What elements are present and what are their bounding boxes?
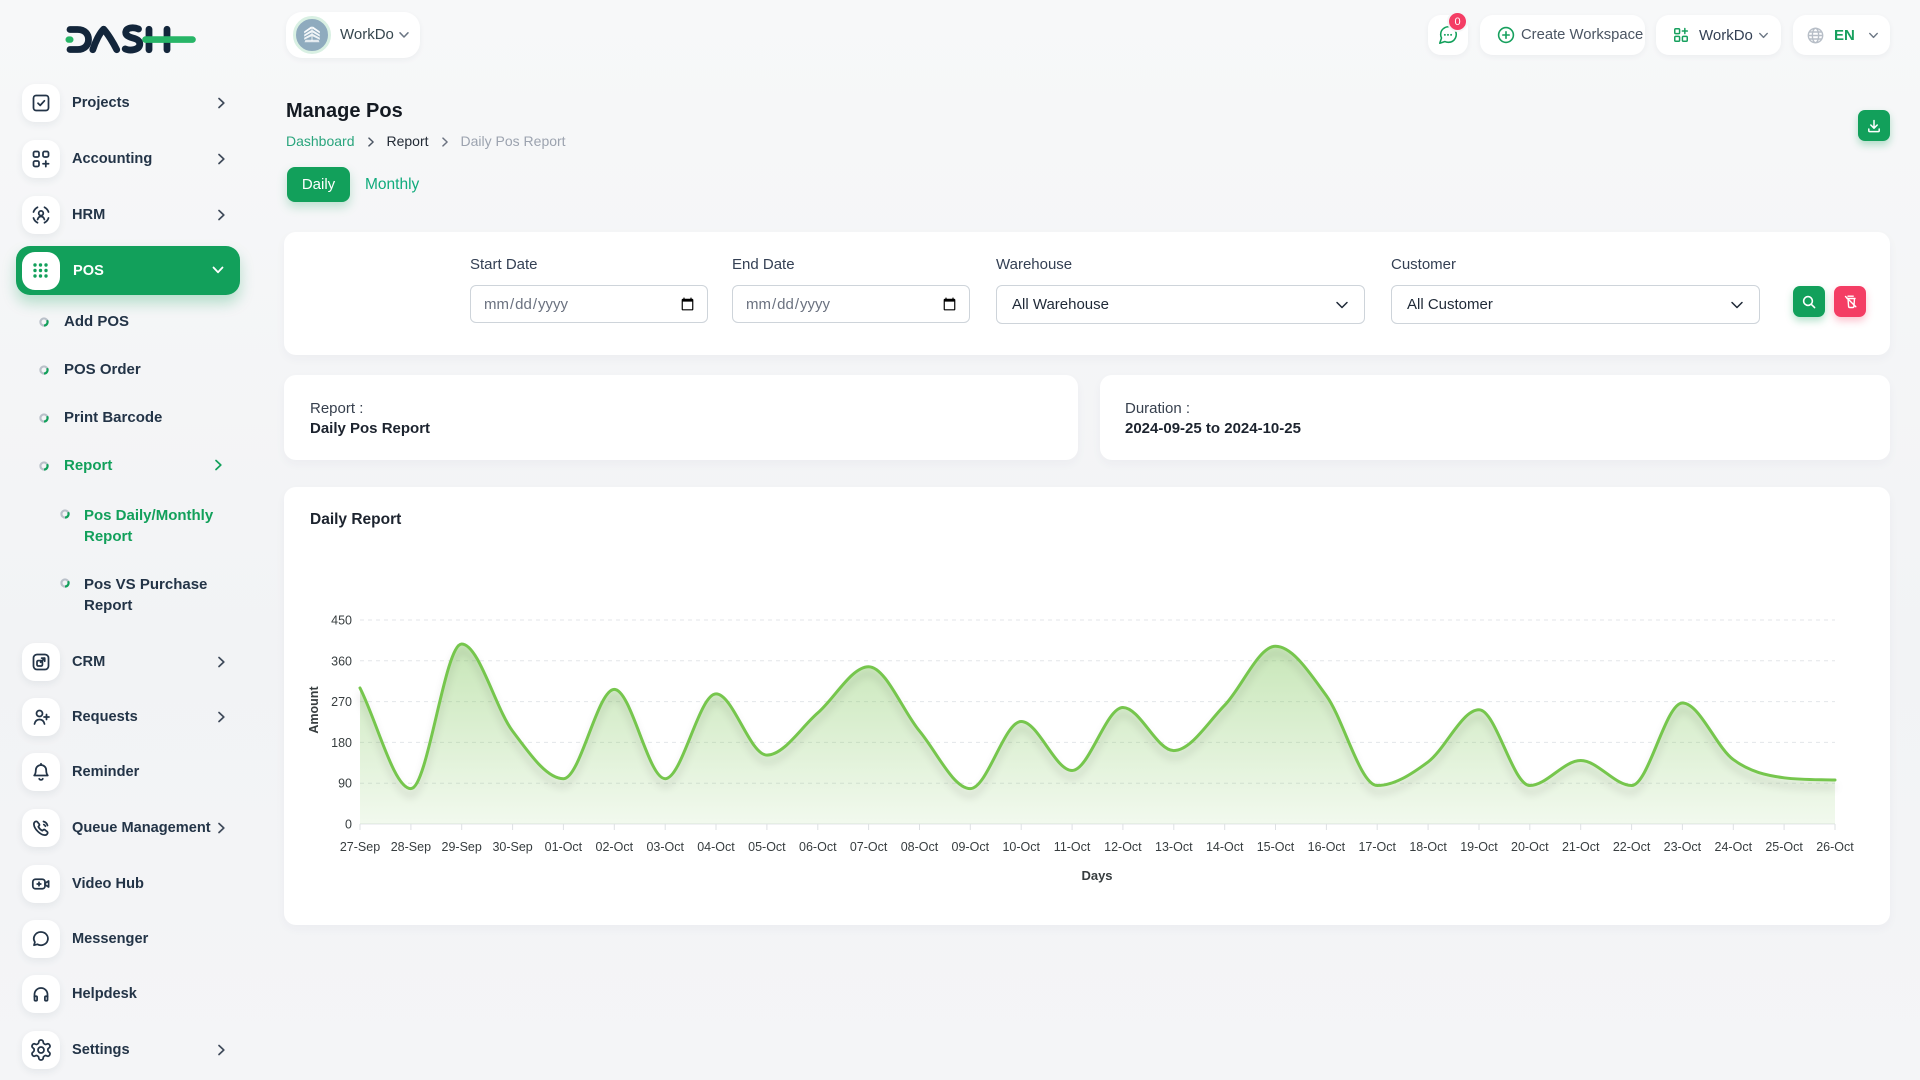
svg-text:04-Oct: 04-Oct	[697, 840, 735, 854]
svg-text:17-Oct: 17-Oct	[1358, 840, 1396, 854]
svg-text:Days: Days	[1081, 868, 1112, 883]
svg-text:27-Sep: 27-Sep	[340, 840, 380, 854]
svg-text:180: 180	[331, 736, 352, 750]
svg-text:05-Oct: 05-Oct	[748, 840, 786, 854]
svg-text:15-Oct: 15-Oct	[1257, 840, 1295, 854]
svg-text:11-Oct: 11-Oct	[1054, 840, 1091, 854]
svg-text:19-Oct: 19-Oct	[1460, 840, 1498, 854]
svg-text:23-Oct: 23-Oct	[1664, 840, 1702, 854]
svg-text:29-Sep: 29-Sep	[442, 840, 482, 854]
svg-text:07-Oct: 07-Oct	[850, 840, 888, 854]
svg-text:03-Oct: 03-Oct	[646, 840, 684, 854]
svg-text:22-Oct: 22-Oct	[1613, 840, 1651, 854]
svg-text:16-Oct: 16-Oct	[1308, 840, 1346, 854]
svg-text:20-Oct: 20-Oct	[1511, 840, 1549, 854]
svg-text:18-Oct: 18-Oct	[1409, 840, 1447, 854]
svg-text:01-Oct: 01-Oct	[545, 840, 583, 854]
svg-text:08-Oct: 08-Oct	[901, 840, 939, 854]
svg-text:13-Oct: 13-Oct	[1155, 840, 1193, 854]
svg-text:02-Oct: 02-Oct	[596, 840, 634, 854]
svg-text:14-Oct: 14-Oct	[1206, 840, 1244, 854]
svg-text:12-Oct: 12-Oct	[1104, 840, 1142, 854]
svg-text:10-Oct: 10-Oct	[1002, 840, 1040, 854]
svg-text:25-Oct: 25-Oct	[1765, 840, 1803, 854]
svg-text:26-Oct: 26-Oct	[1816, 840, 1854, 854]
svg-text:09-Oct: 09-Oct	[952, 840, 990, 854]
svg-text:360: 360	[331, 654, 352, 668]
svg-text:28-Sep: 28-Sep	[391, 840, 431, 854]
svg-text:21-Oct: 21-Oct	[1562, 840, 1600, 854]
svg-text:06-Oct: 06-Oct	[799, 840, 837, 854]
svg-text:0: 0	[345, 818, 352, 832]
svg-text:Amount: Amount	[307, 686, 321, 734]
svg-text:24-Oct: 24-Oct	[1715, 840, 1753, 854]
svg-text:270: 270	[331, 695, 352, 709]
svg-text:30-Sep: 30-Sep	[492, 840, 532, 854]
svg-text:450: 450	[331, 614, 352, 628]
svg-text:90: 90	[338, 777, 352, 791]
